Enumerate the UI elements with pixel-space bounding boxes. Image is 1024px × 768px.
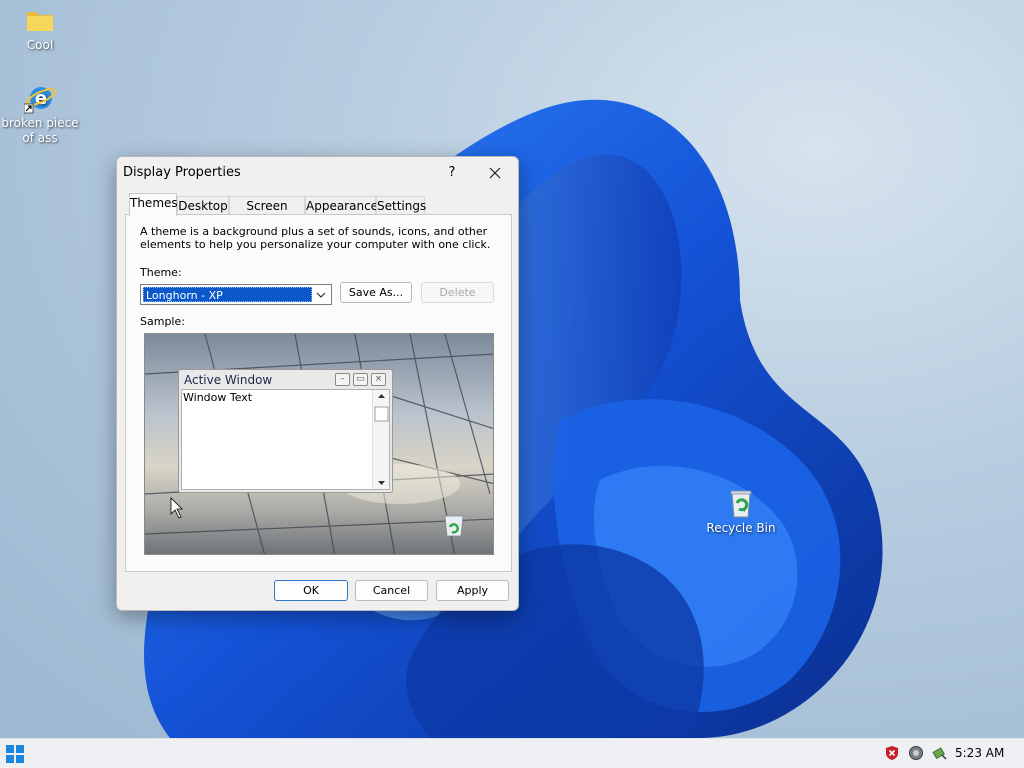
desktop-icon-recycle-bin[interactable]: Recycle Bin — [701, 487, 781, 536]
start-button[interactable] — [6, 745, 24, 763]
desktop-icon-label: broken piece of ass — [1, 116, 79, 145]
tab-appearance[interactable]: Appearance — [305, 196, 378, 215]
recycle-bin-icon — [444, 515, 464, 537]
save-as-button[interactable]: Save As... — [340, 282, 412, 303]
theme-sample-preview: Active Window – ▭ × Window Text — [144, 333, 494, 555]
taskbar: 5:23 AM — [0, 738, 1024, 768]
theme-label: Theme: — [140, 266, 182, 279]
desktop-icon-cool[interactable]: Cool — [0, 4, 80, 53]
tab-themes[interactable]: Themes — [129, 193, 178, 216]
desktop-icon-broken-piece[interactable]: e broken piece of ass — [0, 82, 80, 146]
scroll-thumb — [374, 406, 389, 422]
apply-button[interactable]: Apply — [436, 580, 509, 601]
close-button[interactable] — [477, 161, 513, 185]
theme-description: A theme is a background plus a set of so… — [140, 225, 491, 251]
internet-explorer-icon: e — [23, 82, 56, 114]
cancel-button[interactable]: Cancel — [355, 580, 428, 601]
scroll-up-icon — [378, 394, 385, 398]
ok-button[interactable]: OK — [274, 580, 348, 601]
sample-label: Sample: — [140, 315, 185, 328]
tab-desktop[interactable]: Desktop — [177, 196, 229, 215]
dialog-title: Display Properties — [123, 165, 241, 180]
theme-dropdown-value: Longhorn - XP — [143, 287, 312, 302]
windows-logo-icon — [6, 745, 24, 763]
maximize-icon: ▭ — [353, 373, 368, 386]
desktop-icon-label: Recycle Bin — [706, 521, 776, 535]
security-shield-icon[interactable] — [884, 745, 900, 761]
delete-button[interactable]: Delete — [421, 282, 494, 303]
tab-settings[interactable]: Settings — [376, 196, 426, 215]
scroll-down-icon — [378, 481, 385, 485]
close-icon: × — [371, 373, 386, 386]
sample-window-body: Window Text — [181, 389, 390, 490]
close-icon — [489, 167, 501, 179]
sample-window-text: Window Text — [183, 391, 253, 404]
minimize-icon: – — [335, 373, 350, 386]
theme-dropdown[interactable]: Longhorn - XP — [140, 284, 332, 305]
recycle-bin-icon — [725, 487, 757, 519]
chevron-down-icon — [313, 287, 329, 302]
themes-panel: A theme is a background plus a set of so… — [125, 214, 512, 572]
sample-scrollbar — [372, 390, 389, 489]
taskbar-clock[interactable]: 5:23 AM — [955, 746, 1004, 760]
folder-icon — [24, 4, 56, 36]
desktop-icon-label: Cool — [26, 38, 54, 52]
network-icon[interactable] — [908, 745, 924, 761]
sample-active-window: Active Window – ▭ × Window Text — [178, 369, 393, 493]
display-properties-dialog: Display Properties ? Themes Desktop Scre… — [116, 156, 519, 611]
tab-screen-saver[interactable]: Screen Saver — [229, 196, 305, 232]
sample-window-title: Active Window — [184, 373, 273, 387]
help-button[interactable]: ? — [439, 161, 465, 185]
safely-remove-hardware-icon[interactable] — [932, 745, 948, 761]
